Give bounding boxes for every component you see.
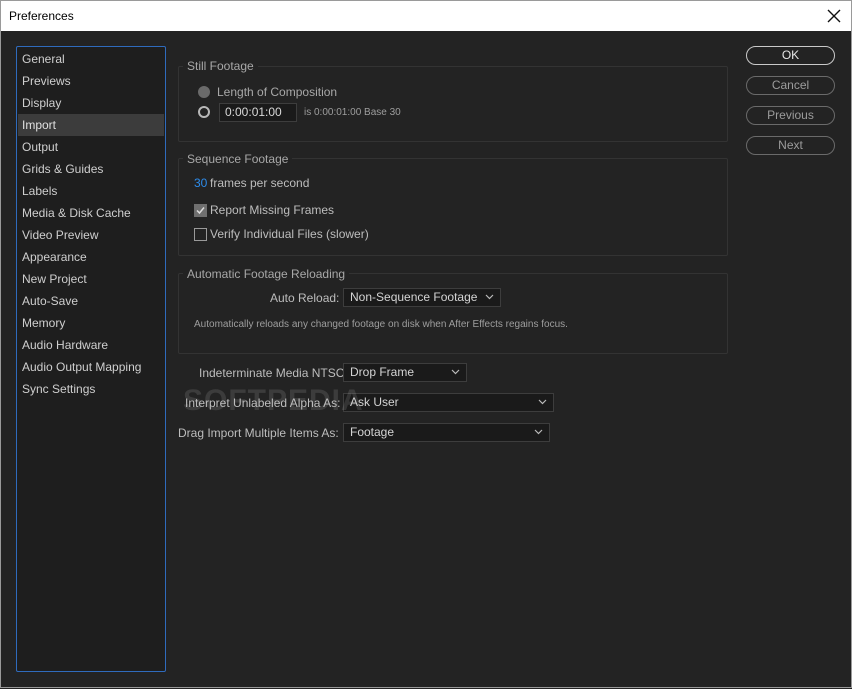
still-duration-timecode-field[interactable]: 0:00:01:00 — [219, 103, 297, 122]
auto-reload-label: Auto Reload: — [270, 291, 340, 305]
window-title: Preferences — [9, 9, 74, 23]
sidebar-item-import[interactable]: Import — [18, 114, 164, 136]
previous-button[interactable]: Previous — [746, 106, 835, 125]
sidebar-item-appearance[interactable]: Appearance — [18, 246, 164, 268]
sidebar-item-labels[interactable]: Labels — [18, 180, 164, 202]
auto-reload-group — [178, 273, 728, 354]
length-of-composition-radio[interactable] — [198, 86, 210, 98]
length-of-composition-label: Length of Composition — [217, 85, 338, 99]
custom-duration-radio[interactable] — [198, 106, 210, 118]
alpha-value: Ask User — [350, 395, 399, 409]
verify-individual-files-label: Verify Individual Files (slower) — [210, 227, 369, 241]
chevron-down-icon — [485, 294, 494, 300]
sidebar-item-sync-settings[interactable]: Sync Settings — [18, 378, 164, 400]
auto-reload-dropdown[interactable]: Non-Sequence Footage — [343, 288, 501, 307]
alpha-dropdown[interactable]: Ask User — [343, 393, 554, 412]
alpha-label: Interpret Unlabeled Alpha As: — [185, 396, 341, 410]
report-missing-frames-label: Report Missing Frames — [210, 203, 335, 217]
fps-value-scrubber[interactable]: 30 — [194, 176, 207, 190]
next-button[interactable]: Next — [746, 136, 835, 155]
close-icon — [827, 9, 841, 23]
chevron-down-icon — [538, 399, 547, 405]
sidebar-item-memory[interactable]: Memory — [18, 312, 164, 334]
verify-individual-files-checkbox[interactable] — [194, 228, 207, 241]
drag-import-value: Footage — [350, 425, 395, 439]
sidebar-item-general[interactable]: General — [18, 48, 164, 70]
timecode-base-note: is 0:00:01:00 Base 30 — [304, 107, 401, 118]
sidebar-item-video-preview[interactable]: Video Preview — [18, 224, 164, 246]
drag-import-label: Drag Import Multiple Items As: — [178, 426, 339, 440]
cancel-button[interactable]: Cancel — [746, 76, 835, 95]
sidebar-item-audio-hardware[interactable]: Audio Hardware — [18, 334, 164, 356]
auto-reload-value: Non-Sequence Footage — [350, 290, 478, 304]
still-footage-title: Still Footage — [183, 59, 258, 73]
fps-label: frames per second — [210, 176, 310, 190]
sidebar-item-output[interactable]: Output — [18, 136, 164, 158]
sidebar-item-display[interactable]: Display — [18, 92, 164, 114]
sidebar-item-auto-save[interactable]: Auto-Save — [18, 290, 164, 312]
close-button[interactable] — [821, 4, 847, 28]
sidebar-item-audio-output-mapping[interactable]: Audio Output Mapping — [18, 356, 164, 378]
sidebar-item-grids-guides[interactable]: Grids & Guides — [18, 158, 164, 180]
auto-reload-title: Automatic Footage Reloading — [183, 267, 350, 281]
sidebar-item-media-disk-cache[interactable]: Media & Disk Cache — [18, 202, 164, 224]
sidebar-item-new-project[interactable]: New Project — [18, 268, 164, 290]
ok-button[interactable]: OK — [746, 46, 835, 65]
report-missing-frames-checkbox[interactable] — [194, 204, 207, 217]
preferences-category-list[interactable]: General Previews Display Import Output G… — [16, 46, 166, 672]
sidebar-item-previews[interactable]: Previews — [18, 70, 164, 92]
chevron-down-icon — [451, 369, 460, 375]
ntsc-value: Drop Frame — [350, 365, 415, 379]
checkmark-icon — [196, 207, 205, 215]
drag-import-dropdown[interactable]: Footage — [343, 423, 550, 442]
title-bar: Preferences — [0, 0, 852, 32]
sequence-footage-title: Sequence Footage — [183, 152, 293, 166]
chevron-down-icon — [534, 429, 543, 435]
auto-reload-description: Automatically reloads any changed footag… — [194, 319, 568, 330]
ntsc-dropdown[interactable]: Drop Frame — [343, 363, 467, 382]
ntsc-label: Indeterminate Media NTSC: — [199, 366, 348, 380]
